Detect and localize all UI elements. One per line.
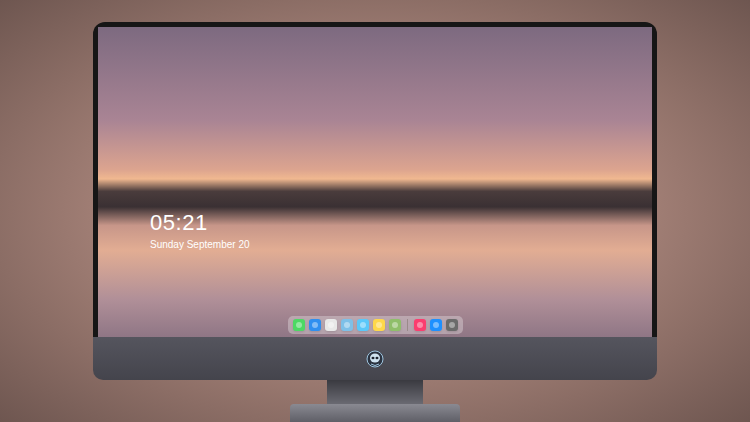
dock-app-icon[interactable] [373, 319, 385, 331]
monitor-neck [327, 380, 423, 404]
desktop-screen: 05:21 Sunday September 20 [98, 27, 652, 337]
dock-app-icon[interactable] [341, 319, 353, 331]
monitor-bezel: 05:21 Sunday September 20 [93, 22, 657, 337]
dock-app-icon[interactable] [389, 319, 401, 331]
clock-time: 05:21 [150, 210, 652, 236]
dock [288, 316, 463, 334]
monitor-base [290, 404, 460, 422]
dock-app-icon[interactable] [357, 319, 369, 331]
monitor-chin [93, 337, 657, 380]
logo-icon [366, 350, 384, 368]
page: 05:21 Sunday September 20 [0, 0, 750, 422]
dock-app-icon[interactable] [309, 319, 321, 331]
dock-app-icon[interactable] [430, 319, 442, 331]
lock-clock: 05:21 Sunday September 20 [98, 27, 652, 251]
dock-app-icon[interactable] [325, 319, 337, 331]
monitor: 05:21 Sunday September 20 [93, 22, 657, 422]
clock-date: Sunday September 20 [150, 238, 652, 251]
dock-app-icon[interactable] [414, 319, 426, 331]
dock-app-icon[interactable] [293, 319, 305, 331]
dock-app-icon[interactable] [446, 319, 458, 331]
dock-separator [407, 319, 408, 331]
